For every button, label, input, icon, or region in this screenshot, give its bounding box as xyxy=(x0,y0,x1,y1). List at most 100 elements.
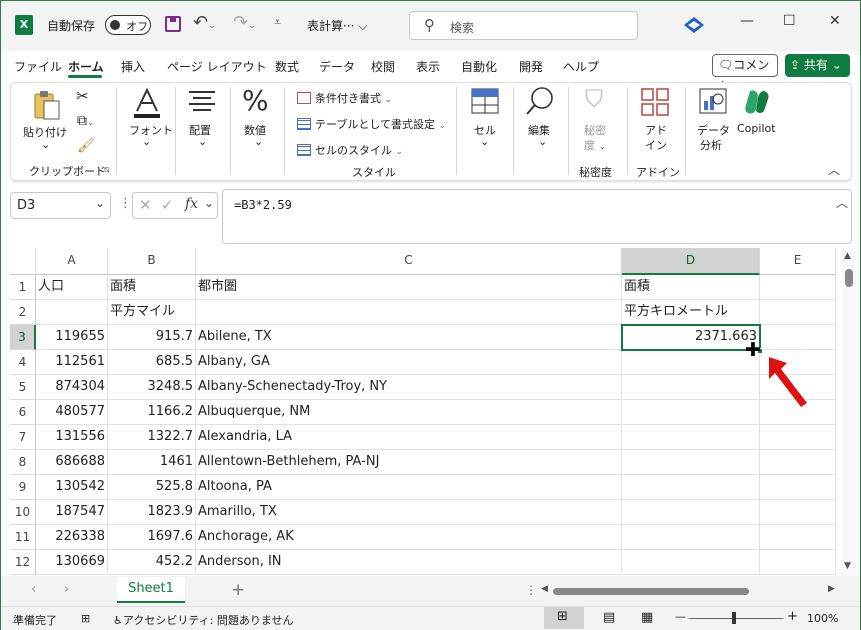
cells-icon[interactable] xyxy=(470,87,500,115)
font-icon[interactable] xyxy=(132,87,162,119)
conditional-formatting-button[interactable]: 条件付き書式 ⌄ xyxy=(297,90,392,106)
cell-e7[interactable] xyxy=(760,425,836,450)
cell-b11[interactable]: 1697.6 xyxy=(108,525,196,550)
cell-e12[interactable] xyxy=(760,550,836,575)
cell-c2[interactable] xyxy=(196,300,622,325)
cell-a2[interactable] xyxy=(36,300,108,325)
row-header[interactable]: 12 xyxy=(10,550,36,575)
autosave-toggle[interactable]: オフ xyxy=(105,15,151,35)
row-header[interactable]: 5 xyxy=(10,375,36,400)
cell-d4[interactable] xyxy=(622,350,760,375)
cell-a12[interactable]: 130669 xyxy=(36,550,108,575)
cell-d10[interactable] xyxy=(622,500,760,525)
row-header[interactable]: 8 xyxy=(10,450,36,475)
chevron-down-icon[interactable]: ⌄ xyxy=(204,196,214,210)
alignment-icon[interactable] xyxy=(187,89,217,113)
cell-a6[interactable]: 480577 xyxy=(36,400,108,425)
cell-b1[interactable]: 面積 xyxy=(108,275,196,300)
cell-e1[interactable] xyxy=(760,275,836,300)
tab-home[interactable]: ホーム xyxy=(68,58,104,75)
cell-b12[interactable]: 452.2 xyxy=(108,550,196,575)
macro-record-icon[interactable]: ⊞ xyxy=(81,612,90,625)
file-name[interactable]: 表計算··· ⌵ xyxy=(307,17,367,34)
tab-formulas[interactable]: 数式 xyxy=(275,58,299,75)
sensitivity-label[interactable]: 秘密 xyxy=(584,122,606,138)
row-header[interactable]: 10 xyxy=(10,500,36,525)
tab-view[interactable]: 表示 xyxy=(416,58,440,75)
tab-developer[interactable]: 開発 xyxy=(519,58,543,75)
data-analysis-icon[interactable] xyxy=(698,87,728,117)
vertical-scrollbar[interactable]: ▲ ▼ xyxy=(842,251,856,576)
cell-a4[interactable]: 112561 xyxy=(36,350,108,375)
scroll-down-icon[interactable]: ▼ xyxy=(844,561,851,571)
cell-d11[interactable] xyxy=(622,525,760,550)
cell-c11[interactable]: Anchorage, AK xyxy=(196,525,622,550)
cell-c4[interactable]: Albany, GA xyxy=(196,350,622,375)
cancel-icon[interactable]: ✕ xyxy=(139,196,152,214)
cell-e2[interactable] xyxy=(760,300,836,325)
row-header[interactable]: 9 xyxy=(10,475,36,500)
column-header-a[interactable]: A xyxy=(36,248,108,275)
cell-a1[interactable]: 人口 xyxy=(36,275,108,300)
row-header[interactable]: 1 xyxy=(10,275,36,300)
share-button[interactable]: ⇪ 共有 ⌄ xyxy=(785,54,850,77)
format-as-table-button[interactable]: テーブルとして書式設定 ⌄ xyxy=(297,116,446,132)
comment-button[interactable]: 🗨コメント xyxy=(712,54,778,93)
cell-b5[interactable]: 3248.5 xyxy=(108,375,196,400)
sensitivity-icon[interactable]: ⛉ xyxy=(585,85,603,113)
column-header-d[interactable]: D xyxy=(622,248,760,275)
percent-icon[interactable]: % xyxy=(242,84,269,117)
cell-a8[interactable]: 686688 xyxy=(36,450,108,475)
cell-e9[interactable] xyxy=(760,475,836,500)
scroll-up-icon[interactable]: ▲ xyxy=(844,251,851,261)
cell-e3[interactable] xyxy=(760,325,836,350)
chevron-down-icon[interactable]: ⌄ xyxy=(142,135,151,148)
cell-b3[interactable]: 915.7 xyxy=(108,325,196,350)
cell-a11[interactable]: 226338 xyxy=(36,525,108,550)
scroll-right-icon[interactable]: ▶ xyxy=(828,584,835,594)
row-header[interactable]: 7 xyxy=(10,425,36,450)
cell-c8[interactable]: Allentown-Bethlehem, PA-NJ xyxy=(196,450,622,475)
tab-automate[interactable]: 自動化 xyxy=(461,58,497,75)
maximize-button[interactable]: ☐ xyxy=(783,13,796,29)
cell-a9[interactable]: 130542 xyxy=(36,475,108,500)
editing-search-icon[interactable] xyxy=(524,85,556,117)
cell-c10[interactable]: Amarillo, TX xyxy=(196,500,622,525)
enter-icon[interactable]: ✓ xyxy=(161,196,174,214)
cell-c7[interactable]: Alexandria, LA xyxy=(196,425,622,450)
tab-file[interactable]: ファイル xyxy=(14,58,62,75)
dialog-launcher-icon[interactable]: ⧅ xyxy=(104,165,110,175)
minimize-button[interactable]: — xyxy=(740,13,754,29)
add-ins-label[interactable]: アド xyxy=(645,122,667,138)
page-layout-view-icon[interactable]: ▤ xyxy=(603,610,615,625)
chevron-down-icon[interactable]: ⌄ xyxy=(41,138,50,151)
chevron-down-icon[interactable]: ⌄ xyxy=(95,196,105,210)
chevron-down-icon[interactable]: ⌄ xyxy=(538,135,547,148)
cell-b9[interactable]: 525.8 xyxy=(108,475,196,500)
close-button[interactable]: ✕ xyxy=(829,13,841,29)
cell-d8[interactable] xyxy=(622,450,760,475)
column-header-c[interactable]: C xyxy=(196,248,622,275)
formula-input[interactable]: =B3*2.59 ︿ xyxy=(222,189,852,244)
copilot-icon[interactable] xyxy=(742,87,772,117)
row-header[interactable]: 6 xyxy=(10,400,36,425)
cell-c9[interactable]: Altoona, PA xyxy=(196,475,622,500)
chevron-down-icon[interactable]: ⌄ xyxy=(480,135,489,148)
cell-b2[interactable]: 平方マイル xyxy=(108,300,196,325)
zoom-slider[interactable] xyxy=(689,618,783,619)
cell-c5[interactable]: Albany-Schenectady-Troy, NY xyxy=(196,375,622,400)
cell-d5[interactable] xyxy=(622,375,760,400)
cell-c12[interactable]: Anderson, IN xyxy=(196,550,622,575)
insert-function-icon[interactable]: fx xyxy=(185,196,198,212)
sheet-tab-sheet1[interactable]: Sheet1 xyxy=(117,577,185,603)
cell-b4[interactable]: 685.5 xyxy=(108,350,196,375)
scroll-left-icon[interactable]: ◀ xyxy=(541,584,548,594)
sheet-tab-splitter-icon[interactable]: ⋮ xyxy=(525,583,537,597)
cell-d7[interactable] xyxy=(622,425,760,450)
search-input[interactable]: ⚲ 検索 xyxy=(409,11,638,40)
zoom-in-icon[interactable]: + xyxy=(787,609,798,624)
previous-sheet-icon[interactable]: ‹ xyxy=(31,582,36,597)
cell-a5[interactable]: 874304 xyxy=(36,375,108,400)
normal-view-button[interactable]: ⊞ xyxy=(544,607,584,629)
collapse-formula-icon[interactable]: ︿ xyxy=(836,194,848,211)
